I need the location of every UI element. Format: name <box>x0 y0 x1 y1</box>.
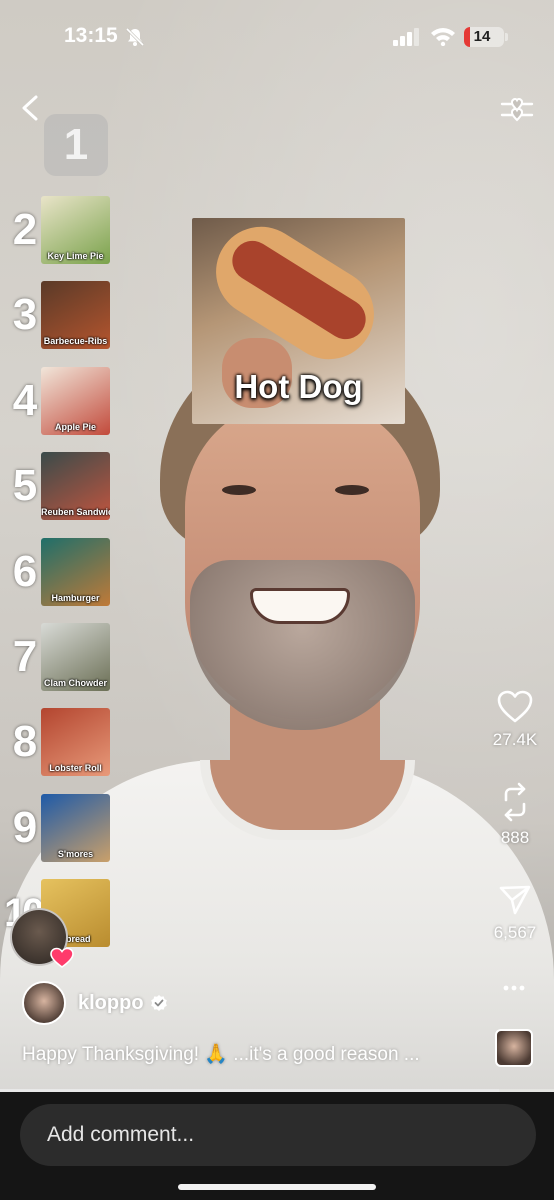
bell-off-icon <box>125 27 145 47</box>
repost-count: 888 <box>500 828 530 847</box>
current-food-card: Hot Dog <box>192 218 405 424</box>
rank-item: 2 Key Lime Pie <box>8 196 118 266</box>
rank-slot-1-empty: 1 <box>44 114 108 176</box>
status-time: 13:15 <box>64 24 118 47</box>
more-options-button[interactable] <box>502 978 526 998</box>
like-button[interactable]: 27.4K <box>480 690 550 750</box>
rank-food-label: Key Lime Pie <box>47 251 104 261</box>
rank-item: 7 Clam Chowder <box>8 623 118 693</box>
rank-food-label: Hamburger <box>51 593 100 603</box>
rank-number: 3 <box>12 290 38 339</box>
rank-slot-1-number: 1 <box>63 120 89 169</box>
rank-number: 8 <box>12 717 38 766</box>
rank-food-label: Lobster Roll <box>49 763 102 773</box>
remix-thumbnail[interactable] <box>495 1029 533 1067</box>
video-person-mouth <box>250 588 350 624</box>
battery-tip <box>505 33 508 41</box>
rank-food-thumbnail[interactable]: Reuben Sandwich <box>41 452 110 520</box>
like-count: 27.4K <box>492 730 538 749</box>
rank-item: 6 Hamburger <box>8 538 118 608</box>
rank-number: 6 <box>12 547 38 596</box>
current-food-title: Hot Dog <box>234 368 363 405</box>
verified-badge-icon <box>151 995 167 1011</box>
rank-food-label: Reuben Sandwich <box>41 507 110 517</box>
rank-number: 9 <box>12 803 38 852</box>
rank-item: 3 Barbecue-Ribs <box>8 281 118 351</box>
rank-item: 4 Apple Pie <box>8 367 118 437</box>
effects-button[interactable] <box>500 94 534 124</box>
author-username[interactable]: kloppo <box>78 992 144 1015</box>
rank-item: 5Reuben Sandwich <box>8 452 118 522</box>
rank-food-thumbnail[interactable]: Barbecue-Ribs <box>41 281 110 349</box>
rank-number: 7 <box>12 632 38 681</box>
rank-food-thumbnail[interactable]: Apple Pie <box>41 367 110 435</box>
author-avatar[interactable] <box>22 981 66 1025</box>
share-button[interactable]: 6,567 <box>480 883 550 943</box>
rank-number: 4 <box>12 376 38 425</box>
back-button[interactable] <box>18 94 44 122</box>
rank-food-thumbnail[interactable]: Clam Chowder <box>41 623 110 691</box>
rank-food-thumbnail[interactable]: Hamburger <box>41 538 110 606</box>
repost-icon <box>504 782 526 822</box>
rank-food-label: Barbecue-Ribs <box>43 336 108 346</box>
rank-food-thumbnail[interactable]: Key Lime Pie <box>41 196 110 264</box>
signal-icon <box>393 28 419 46</box>
rank-item: 9 S'mores <box>8 794 118 864</box>
rank-food-label: Clam Chowder <box>43 678 107 688</box>
rank-food-thumbnail[interactable]: Lobster Roll <box>41 708 110 776</box>
heart-icon <box>497 690 533 723</box>
add-comment-input[interactable]: Add comment... <box>20 1104 536 1166</box>
rank-food-label: Apple Pie <box>54 422 96 432</box>
rank-food-thumbnail[interactable]: S'mores <box>41 794 110 862</box>
heart-badge-icon <box>50 947 74 968</box>
battery-percent: 14 <box>473 28 491 45</box>
video-person-eye <box>335 485 369 495</box>
repost-button[interactable]: 888 <box>480 782 550 848</box>
video-person-eye <box>222 485 256 495</box>
rank-number: 2 <box>12 205 38 254</box>
share-count: 6,567 <box>493 923 537 942</box>
send-icon <box>499 885 531 915</box>
home-indicator[interactable] <box>178 1184 376 1190</box>
battery-indicator: 14 <box>464 27 504 47</box>
wifi-icon <box>431 28 455 46</box>
rank-food-label: S'mores <box>57 849 94 859</box>
status-bar: 13:15 14 <box>0 0 554 74</box>
rank-item: 8 Lobster Roll <box>8 708 118 778</box>
post-caption[interactable]: Happy Thanksgiving! 🙏 ...it's a good rea… <box>22 1042 420 1066</box>
rank-number: 5 <box>12 461 38 510</box>
